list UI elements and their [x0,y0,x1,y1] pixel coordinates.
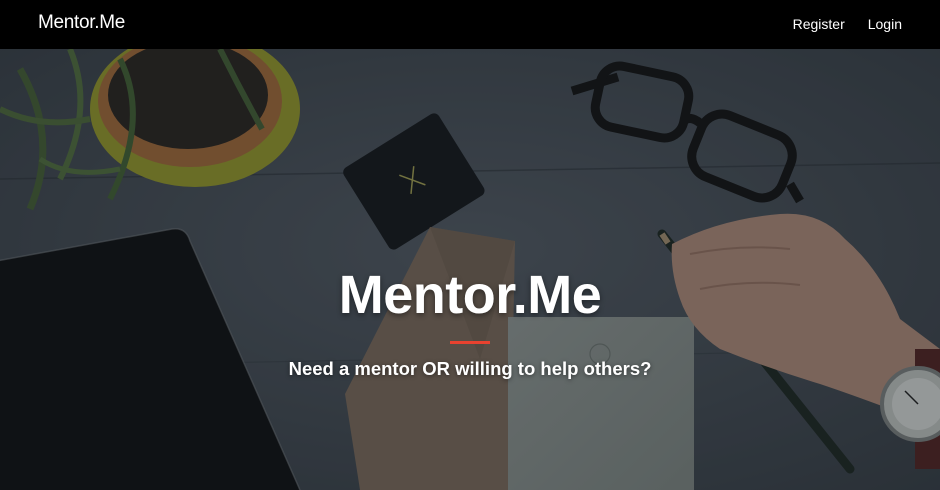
brand-logo-link[interactable]: Mentor.Me [38,12,125,34]
hero-content: Mentor.Me Need a mentor OR willing to he… [0,49,940,490]
register-link[interactable]: Register [793,16,845,32]
login-link[interactable]: Login [868,16,902,32]
hero-title: Mentor.Me [338,265,602,325]
nav-links: Register Login [793,16,902,32]
hero-subtitle: Need a mentor OR willing to help others? [288,358,652,379]
hero-divider [450,341,490,344]
top-navbar: Mentor.Me Register Login [0,0,940,49]
hero-section: Mentor.Me Need a mentor OR willing to he… [0,49,940,490]
